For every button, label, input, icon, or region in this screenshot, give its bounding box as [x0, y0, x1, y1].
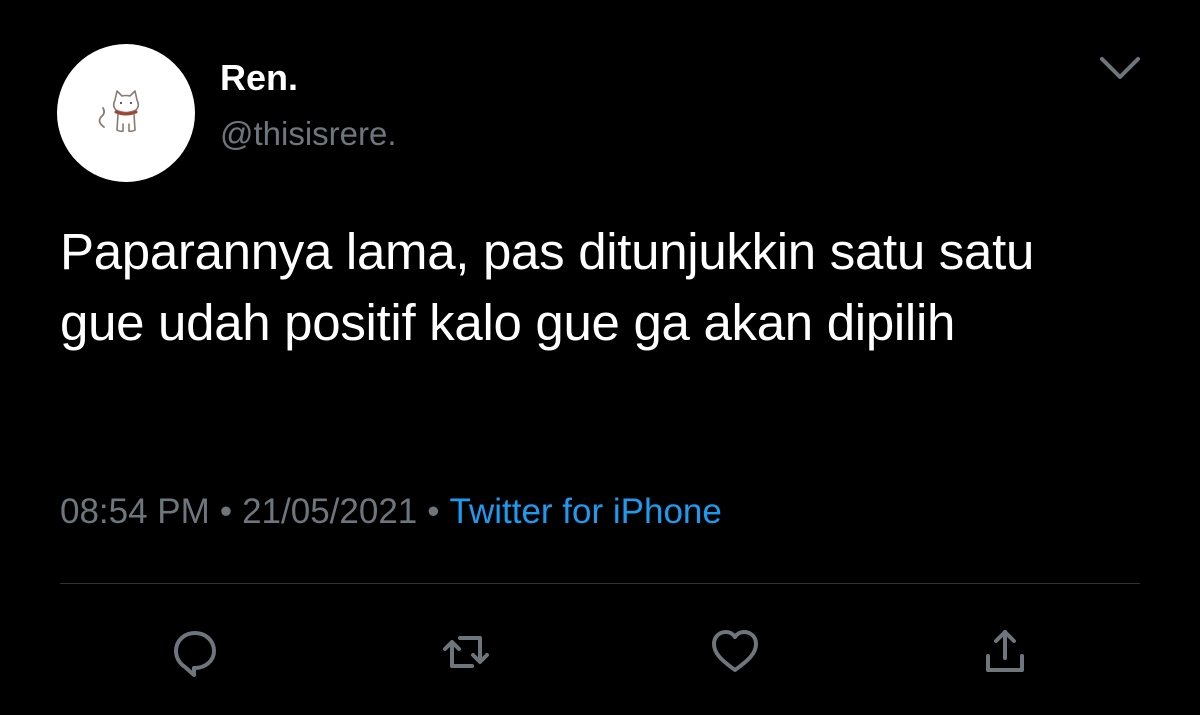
- user-handle[interactable]: @thisisrere.: [220, 114, 397, 154]
- heart-icon: [712, 630, 758, 672]
- meta-separator: •: [219, 492, 233, 531]
- cat-avatar-icon: [98, 90, 140, 133]
- meta-separator: •: [427, 492, 440, 531]
- tweet-meta: 08:54 PM • 21/05/2021 • Twitter for iPhone: [60, 490, 722, 534]
- avatar[interactable]: [57, 44, 195, 182]
- tweet-card: Ren. @thisisrere. Paparannya lama, pas d…: [0, 0, 1200, 715]
- reply-button[interactable]: [167, 624, 223, 680]
- like-button[interactable]: [707, 624, 763, 680]
- retweet-icon: [443, 636, 489, 668]
- divider: [60, 583, 1140, 584]
- tweet-source-link[interactable]: Twitter for iPhone: [450, 492, 722, 531]
- share-icon: [986, 630, 1024, 672]
- chevron-down-icon[interactable]: [1096, 50, 1144, 86]
- tweet-date[interactable]: 21/05/2021: [242, 492, 417, 531]
- tweet-time[interactable]: 08:54 PM: [60, 492, 210, 531]
- display-name[interactable]: Ren.: [220, 56, 298, 100]
- share-button[interactable]: [977, 624, 1033, 680]
- retweet-button[interactable]: [438, 624, 494, 680]
- tweet-text: Paparannya lama, pas ditunjukkin satu sa…: [60, 223, 1035, 351]
- reply-icon: [174, 631, 216, 677]
